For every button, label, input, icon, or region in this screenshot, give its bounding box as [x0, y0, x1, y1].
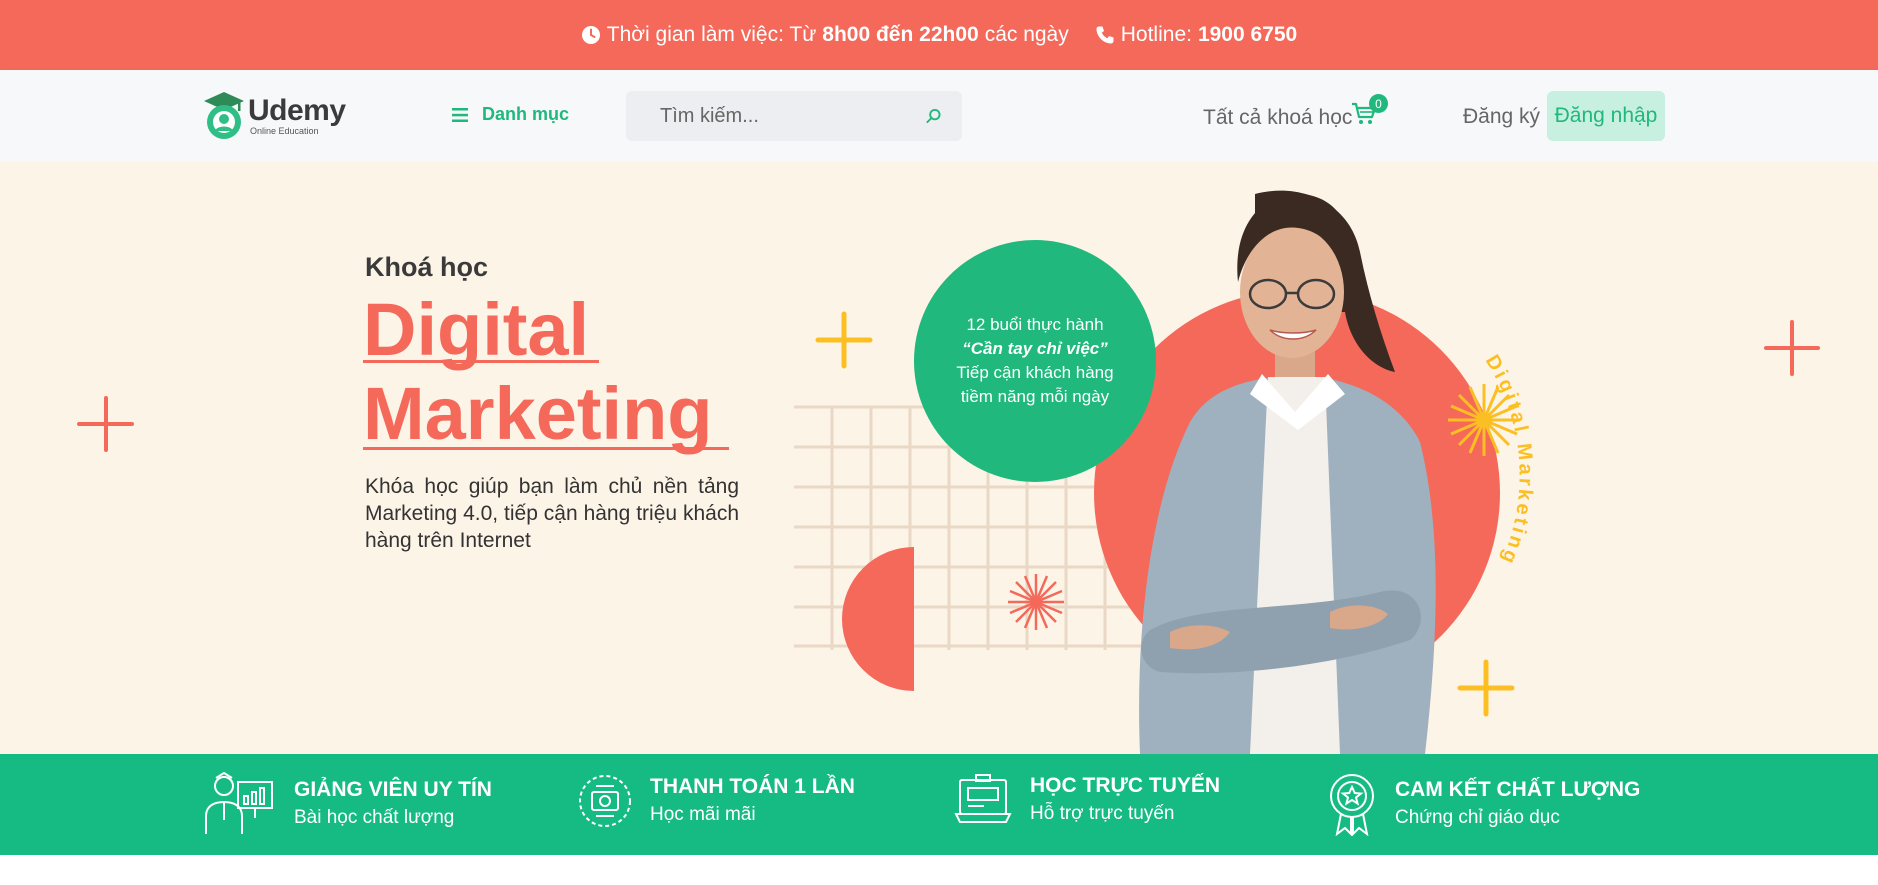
practice-bubble: 12 buổi thực hành “Cần tay chỉ việc” Tiế… [914, 240, 1156, 482]
hamburger-icon [452, 107, 468, 122]
cart-count-badge: 0 [1369, 94, 1388, 113]
feature-subtitle: Hỗ trợ trực tuyến [1030, 803, 1175, 824]
clock-icon [581, 26, 600, 44]
online-learning-icon [954, 774, 1012, 823]
search-box [626, 91, 962, 141]
hero-decoration [77, 190, 1820, 754]
feature-title: GIẢNG VIÊN UY TÍN [294, 778, 492, 801]
title-underline [363, 447, 729, 450]
category-menu-label: Danh mục [482, 104, 570, 124]
working-hours: Thời gian làm việc: Từ 8h00 đến 22h00 cá… [581, 23, 1069, 47]
login-button[interactable]: Đăng nhập [1547, 91, 1665, 141]
bubble-line-2: “Cần tay chỉ việc” [962, 339, 1108, 358]
hero-eyebrow: Khoá học [365, 252, 489, 282]
plus-icon [1764, 320, 1820, 376]
feature-title: CAM KẾT CHẤT LƯỢNG [1395, 778, 1641, 801]
svg-text:Digital Marketing: Digital Marketing [1481, 351, 1537, 569]
hours-prefix: Thời gian làm việc: Từ [606, 23, 817, 46]
curved-label: Digital Marketing [1481, 351, 1537, 569]
bubble-line-1: 12 buổi thực hành [966, 315, 1104, 334]
sunburst-icon [1008, 574, 1064, 630]
logo-graduate-icon [204, 92, 244, 139]
hero-title-line-1: Digital [363, 288, 590, 371]
search-input[interactable] [660, 104, 926, 128]
feature-subtitle: Bài học chất lượng [294, 807, 455, 828]
feature-subtitle: Học mãi mãi [650, 804, 756, 825]
category-menu-button[interactable]: Danh mục [452, 104, 569, 125]
bubble-line-4: tiềm năng mỗi ngày [960, 387, 1110, 406]
cart-button[interactable]: 0 [1351, 94, 1388, 131]
feature-item: GIẢNG VIÊN UY TÍN Bài học chất lượng [202, 772, 492, 836]
feature-item: HỌC TRỰC TUYẾN Hỗ trợ trực tuyến [954, 772, 1220, 828]
feature-title: THANH TOÁN 1 LẦN [650, 775, 855, 798]
plus-icon [815, 311, 873, 369]
plus-icon [1457, 659, 1515, 717]
logo-name: Udemy [248, 94, 346, 127]
hero-banner: Khoá học Digital Marketing Khóa học giúp… [0, 162, 1878, 754]
site-header: Udemy Online Education Danh mục Tất cả k… [0, 70, 1878, 162]
curved-text: Digital Marketing [1481, 351, 1534, 569]
search-icon[interactable] [925, 107, 942, 125]
all-courses-link[interactable]: Tất cả khoá học [1203, 106, 1352, 130]
register-link[interactable]: Đăng ký [1463, 105, 1540, 129]
top-info-bar: Thời gian làm việc: Từ 8h00 đến 22h00 cá… [0, 0, 1878, 70]
hours-suffix: các ngày [984, 23, 1069, 46]
feature-item: THANH TOÁN 1 LẦN Học mãi mãi [578, 772, 855, 830]
logo[interactable]: Udemy Online Education [202, 90, 346, 142]
hero-title-line-2: Marketing [363, 372, 713, 455]
certificate-icon [1330, 774, 1374, 836]
payment-icon [579, 775, 631, 827]
hours-value: 8h00 đến 22h00 [822, 23, 979, 46]
feature-title: HỌC TRỰC TUYẾN [1030, 774, 1221, 797]
plus-icon [77, 396, 134, 452]
feature-item: CAM KẾT CHẤT LƯỢNG Chứng chỉ giáo dục [1327, 772, 1640, 836]
hero-description: Khóa học giúp bạn làm chủ nền tảng Marke… [365, 475, 739, 552]
features-bar: GIẢNG VIÊN UY TÍN Bài học chất lượng THA… [0, 754, 1878, 855]
hotline: Hotline: 1900 6750 [1095, 23, 1297, 47]
phone-icon [1096, 26, 1114, 44]
teacher-icon [205, 772, 273, 834]
bubble-line-3: Tiếp cận khách hàng [956, 363, 1114, 382]
hotline-number[interactable]: 1900 6750 [1198, 23, 1297, 47]
title-underline [363, 360, 599, 363]
hotline-label: Hotline: [1120, 23, 1192, 46]
half-circle-shape [842, 547, 914, 691]
feature-subtitle: Chứng chỉ giáo dục [1395, 807, 1560, 828]
logo-tagline: Online Education [250, 126, 319, 136]
